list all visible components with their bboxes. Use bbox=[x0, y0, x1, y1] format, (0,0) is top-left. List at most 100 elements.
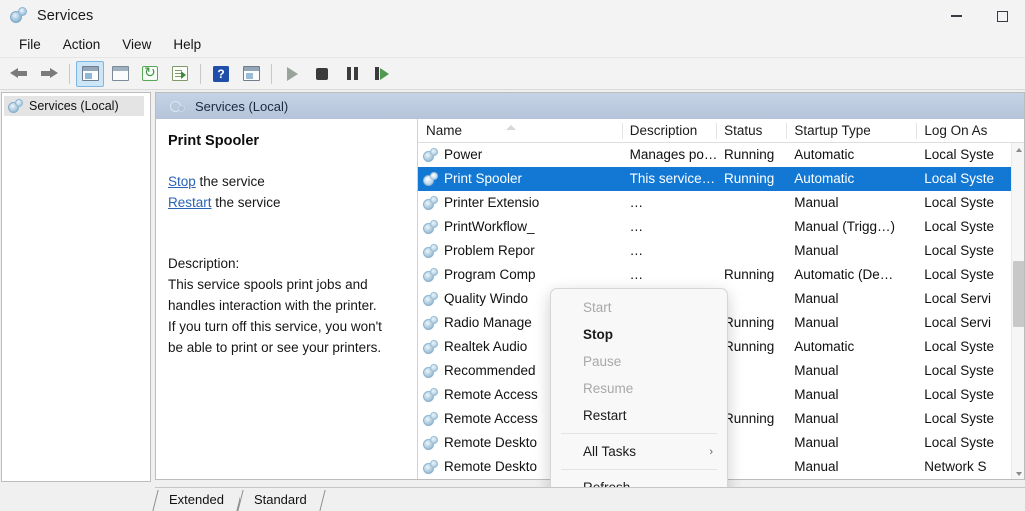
export-list-button[interactable] bbox=[166, 61, 194, 87]
context-menu-separator bbox=[561, 469, 717, 470]
menu-file[interactable]: File bbox=[8, 34, 52, 55]
context-menu-item-stop[interactable]: Stop bbox=[551, 321, 727, 348]
services-gear-icon bbox=[423, 316, 439, 331]
context-menu-item-all-tasks[interactable]: All Tasks› bbox=[551, 438, 727, 465]
services-gear-icon bbox=[423, 148, 439, 163]
window-title: Services bbox=[37, 8, 93, 24]
menu-view[interactable]: View bbox=[111, 34, 162, 55]
cell-logon: Local Syste bbox=[916, 431, 1024, 455]
scroll-up-icon[interactable] bbox=[1012, 143, 1024, 156]
column-header-name[interactable]: Name bbox=[418, 119, 622, 143]
service-detail-pane: Print Spooler Stop the service Restart t… bbox=[156, 119, 418, 480]
stop-service-suffix: the service bbox=[196, 174, 265, 189]
console-tree-pane: Services (Local) bbox=[1, 92, 151, 482]
cell-startup: Automatic bbox=[786, 335, 916, 359]
menu-action[interactable]: Action bbox=[52, 34, 112, 55]
properties-window-icon bbox=[112, 66, 129, 81]
service-name-label: Remote Access bbox=[444, 407, 538, 431]
stop-service-action: Stop the service bbox=[168, 171, 405, 192]
show-hide-console-tree-button[interactable] bbox=[76, 61, 104, 87]
context-menu-item-restart[interactable]: Restart bbox=[551, 402, 727, 429]
restart-service-suffix: the service bbox=[212, 195, 281, 210]
cell-startup: Manual bbox=[786, 455, 916, 479]
pause-service-button[interactable] bbox=[338, 61, 366, 87]
help-button[interactable]: ? bbox=[207, 61, 235, 87]
arrow-right-icon bbox=[40, 66, 58, 81]
maximize-button[interactable] bbox=[979, 0, 1025, 32]
cell-status: Running bbox=[716, 263, 786, 287]
restart-service-link[interactable]: Restart bbox=[168, 195, 212, 210]
cell-startup: Manual (Trigg…) bbox=[786, 215, 916, 239]
menu-help[interactable]: Help bbox=[162, 34, 212, 55]
context-menu-item-start: Start bbox=[551, 294, 727, 321]
tab-standard[interactable]: Standard bbox=[240, 490, 323, 511]
restart-icon bbox=[375, 67, 389, 80]
scroll-down-icon[interactable] bbox=[1012, 467, 1024, 480]
description-block: Description: This service spools print j… bbox=[168, 253, 405, 358]
cell-startup: Manual bbox=[786, 191, 916, 215]
forward-button[interactable] bbox=[35, 61, 63, 87]
cell-description: … bbox=[622, 239, 716, 263]
table-row[interactable]: Program Comp …RunningAutomatic (De…Local … bbox=[418, 263, 1024, 287]
description-line: If you turn off this service, you won't bbox=[168, 316, 405, 337]
export-list-icon bbox=[172, 66, 188, 81]
show-action-pane-button[interactable] bbox=[237, 61, 265, 87]
cell-logon: Local Syste bbox=[916, 335, 1024, 359]
table-row[interactable]: Problem Repor… ManualLocal Syste bbox=[418, 239, 1024, 263]
table-row[interactable]: PowerManages po…RunningAutomaticLocal Sy… bbox=[418, 143, 1024, 167]
services-list-header: Name Description Status Startup Type Log… bbox=[418, 119, 1024, 143]
help-icon: ? bbox=[213, 66, 229, 82]
cell-logon: Local Servi bbox=[916, 287, 1024, 311]
tree-item-services-local[interactable]: Services (Local) bbox=[4, 96, 144, 116]
column-header-startup-type[interactable]: Startup Type bbox=[786, 119, 916, 143]
column-header-description[interactable]: Description bbox=[622, 119, 716, 143]
cell-name: Problem Repor bbox=[418, 239, 622, 263]
maximize-icon bbox=[997, 11, 1008, 22]
properties-button[interactable] bbox=[106, 61, 134, 87]
table-row[interactable]: PrintWorkflow_…Manual (Trigg…)Local Syst… bbox=[418, 215, 1024, 239]
refresh-button[interactable] bbox=[136, 61, 164, 87]
cell-name: Printer Extensio bbox=[418, 191, 622, 215]
scrollbar-thumb[interactable] bbox=[1013, 261, 1024, 327]
cell-logon: Local Syste bbox=[916, 263, 1024, 287]
back-button[interactable] bbox=[5, 61, 33, 87]
cell-startup: Automatic bbox=[786, 167, 916, 191]
cell-startup: Automatic (De… bbox=[786, 263, 916, 287]
context-menu-item-label: Stop bbox=[583, 327, 613, 342]
services-gear-icon bbox=[423, 172, 439, 187]
cell-logon: Local Syste bbox=[916, 239, 1024, 263]
stop-service-link[interactable]: Stop bbox=[168, 174, 196, 189]
description-label: Description: bbox=[168, 253, 405, 274]
chevron-right-icon: › bbox=[709, 446, 713, 458]
context-menu-separator bbox=[561, 433, 717, 434]
description-line: This service spools print jobs and bbox=[168, 274, 405, 295]
minimize-button[interactable] bbox=[933, 0, 979, 32]
service-name-label: Printer Extensio bbox=[444, 191, 539, 215]
table-row[interactable]: Printer Extensio…ManualLocal Syste bbox=[418, 191, 1024, 215]
tab-extended[interactable]: Extended bbox=[155, 490, 240, 511]
service-name-label: Program Comp bbox=[444, 263, 536, 287]
context-menu-item-label: Restart bbox=[583, 408, 627, 423]
services-gear-icon bbox=[423, 436, 439, 451]
context-menu-item-pause: Pause bbox=[551, 348, 727, 375]
services-gear-icon bbox=[423, 388, 439, 403]
vertical-scrollbar[interactable] bbox=[1011, 143, 1024, 480]
column-header-log-on-as[interactable]: Log On As bbox=[916, 119, 1024, 143]
cell-startup: Manual bbox=[786, 239, 916, 263]
service-name-label: PrintWorkflow_ bbox=[444, 215, 535, 239]
column-header-status[interactable]: Status bbox=[716, 119, 786, 143]
services-gear-icon bbox=[423, 340, 439, 355]
cell-description: … bbox=[622, 263, 716, 287]
services-gear-icon bbox=[8, 99, 24, 114]
restart-service-action: Restart the service bbox=[168, 192, 405, 213]
restart-service-button[interactable] bbox=[368, 61, 396, 87]
cell-name: Program Comp bbox=[418, 263, 622, 287]
stop-service-button[interactable] bbox=[308, 61, 336, 87]
pause-icon bbox=[347, 67, 358, 80]
cell-logon: Local Syste bbox=[916, 167, 1024, 191]
table-row[interactable]: Print SpoolerThis service…RunningAutomat… bbox=[418, 167, 1024, 191]
cell-startup: Manual bbox=[786, 311, 916, 335]
service-name-label: Remote Access bbox=[444, 383, 538, 407]
start-service-button[interactable] bbox=[278, 61, 306, 87]
cell-name: Print Spooler bbox=[418, 167, 622, 191]
